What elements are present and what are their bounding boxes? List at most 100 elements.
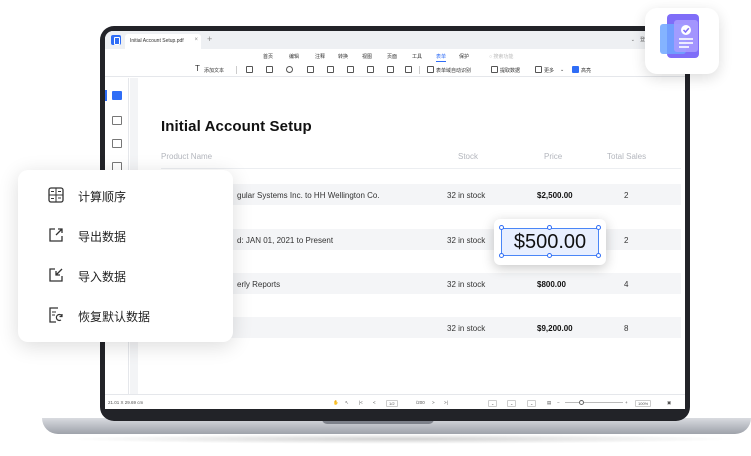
menu-item-import-data[interactable]: 导入数据	[48, 264, 218, 286]
sales-cell: 2	[624, 236, 629, 245]
resize-handle[interactable]	[596, 253, 601, 258]
tab-bar: Initial Account Setup.pdf × + ⌄ 登录 登录	[105, 31, 685, 49]
text-field-icon[interactable]	[246, 66, 253, 73]
resize-handle[interactable]	[596, 225, 601, 230]
fullscreen-icon[interactable]: ▣	[667, 400, 671, 406]
menu-item-form[interactable]: 表单	[436, 53, 447, 62]
tab-title: Initial Account Setup.pdf	[130, 38, 184, 44]
sales-cell: 4	[624, 280, 629, 289]
menu-item-calculation-order[interactable]: 计算顺序	[48, 184, 218, 206]
sales-cell: 2	[624, 191, 629, 200]
column-header-sales: Total Sales	[607, 152, 647, 161]
menu-item-convert[interactable]: 转换	[338, 53, 348, 60]
comment-icon[interactable]	[112, 139, 122, 148]
zoom-slider[interactable]	[565, 402, 623, 403]
header-divider	[161, 168, 681, 169]
document-title: Initial Account Setup	[161, 118, 312, 135]
new-tab-button[interactable]: +	[207, 34, 212, 44]
hand-tool-icon[interactable]: ✋	[333, 400, 339, 406]
auto-recognize-button[interactable]: 表单域自动识别	[436, 67, 471, 74]
sidebar-active-indicator	[105, 90, 107, 101]
text-tool-icon[interactable]: T	[195, 64, 200, 73]
combobox-icon[interactable]	[327, 66, 334, 73]
grid-icon[interactable]: ▤	[547, 400, 551, 406]
radio-icon[interactable]	[286, 66, 293, 73]
product-name-cell: erly Reports	[237, 280, 281, 289]
menu-item-comment[interactable]: 注释	[315, 53, 325, 60]
restore-icon	[49, 307, 63, 323]
auto-recognize-icon[interactable]	[427, 66, 434, 73]
listbox-icon[interactable]	[307, 66, 314, 73]
menu-item-label: 导出数据	[78, 230, 127, 244]
more-chevron-icon[interactable]: ⌄	[560, 67, 564, 73]
bookmark-icon[interactable]	[112, 116, 122, 125]
stock-cell: 32 in stock	[447, 236, 486, 245]
resize-handle[interactable]	[499, 225, 504, 230]
titlebar-dropdown-icon[interactable]: ⌄	[631, 37, 635, 43]
next-page-button[interactable]: >	[432, 400, 435, 405]
button-field-icon[interactable]	[347, 66, 354, 73]
product-name-cell: gular Systems Inc. to HH Wellington Co.	[237, 191, 380, 200]
menu-item-label: 恢复默认数据	[78, 310, 151, 324]
resize-handle[interactable]	[499, 253, 504, 258]
page-number-input[interactable]: 1/2	[386, 400, 398, 407]
export-icon	[49, 228, 63, 242]
status-bar: 21.01 X 29.69 cm ✋ ↖ |< < 1/2 /200 > >| …	[105, 394, 685, 409]
extract-data-icon[interactable]	[491, 66, 498, 73]
toolbar-divider-2	[419, 66, 420, 74]
highlight-checkbox[interactable]	[572, 66, 579, 73]
menu-item-export-data[interactable]: 导出数据	[48, 224, 218, 246]
prev-page-button[interactable]: <	[373, 400, 376, 405]
view-mode-icon[interactable]: ⌄	[527, 400, 537, 407]
menu-item-view[interactable]: 视图	[362, 53, 372, 60]
column-header-product: Product Name	[161, 152, 213, 161]
price-form-field[interactable]: $500.00	[501, 228, 599, 256]
menu-item-page[interactable]: 页面	[387, 53, 397, 60]
add-text-button[interactable]: 添加文本	[204, 67, 224, 74]
menu-search[interactable]: ○ 搜索功能	[489, 53, 513, 60]
menu-item-edit[interactable]: 编辑	[289, 53, 299, 60]
zoom-out-button[interactable]: −	[557, 400, 560, 405]
last-page-button[interactable]: >|	[444, 400, 448, 405]
app-logo-icon	[111, 35, 121, 45]
stock-cell: 32 in stock	[447, 280, 486, 289]
stage: Initial Account Setup.pdf × + ⌄ 登录 登录 首页…	[0, 0, 751, 456]
date-field-icon[interactable]	[387, 66, 394, 73]
signature-field-icon[interactable]	[405, 66, 412, 73]
price-cell[interactable]: $9,200.00	[537, 324, 573, 333]
menu-item-label: 计算顺序	[78, 190, 127, 204]
resize-handle[interactable]	[547, 225, 552, 230]
checkbox-icon[interactable]	[266, 66, 273, 73]
form-data-menu: 计算顺序 导出数据 导入数据 恢复默认数据	[18, 170, 233, 342]
menu-item-protect[interactable]: 保护	[459, 53, 469, 60]
fit-page-icon[interactable]: ⌄	[488, 400, 498, 407]
price-cell[interactable]: $2,500.00	[537, 191, 573, 200]
form-app-badge	[645, 8, 719, 74]
menu-search-placeholder: 搜索功能	[493, 54, 514, 60]
form-toolbar: T 添加文本 表单域自动识别 提取数据 更多 ⌄ 高亮	[105, 63, 685, 77]
price-cell[interactable]: $800.00	[537, 280, 566, 289]
price-field-callout: $500.00	[494, 219, 606, 265]
table-row: erly Reports 32 in stock $800.00 4	[161, 273, 681, 294]
zoom-in-button[interactable]: +	[625, 400, 628, 405]
document-tab[interactable]: Initial Account Setup.pdf ×	[125, 34, 201, 49]
product-name-cell: d: JAN 01, 2021 to Present	[237, 236, 334, 245]
menu-item-restore-default[interactable]: 恢复默认数据	[48, 304, 218, 326]
zoom-level-select[interactable]: 100%	[635, 400, 652, 407]
zoom-slider-handle[interactable]	[579, 400, 584, 405]
tab-close-icon[interactable]: ×	[194, 37, 198, 43]
page-size-label: 21.01 X 29.69 cm	[108, 400, 144, 405]
select-tool-icon[interactable]: ↖	[345, 400, 349, 406]
more-icon[interactable]	[535, 66, 542, 73]
resize-handle[interactable]	[547, 253, 552, 258]
extract-data-button[interactable]: 提取数据	[500, 67, 520, 74]
thumbnails-icon[interactable]	[112, 91, 122, 100]
page-layout-icon[interactable]: ⌄	[507, 400, 517, 407]
table-row: 32 in stock $9,200.00 8	[161, 317, 681, 338]
first-page-button[interactable]: |<	[359, 400, 363, 405]
image-field-icon[interactable]	[367, 66, 374, 73]
menu-item-tools[interactable]: 工具	[412, 53, 422, 60]
laptop-shadow	[60, 434, 740, 444]
more-button[interactable]: 更多	[544, 67, 554, 74]
menu-item-home[interactable]: 首页	[263, 53, 273, 60]
